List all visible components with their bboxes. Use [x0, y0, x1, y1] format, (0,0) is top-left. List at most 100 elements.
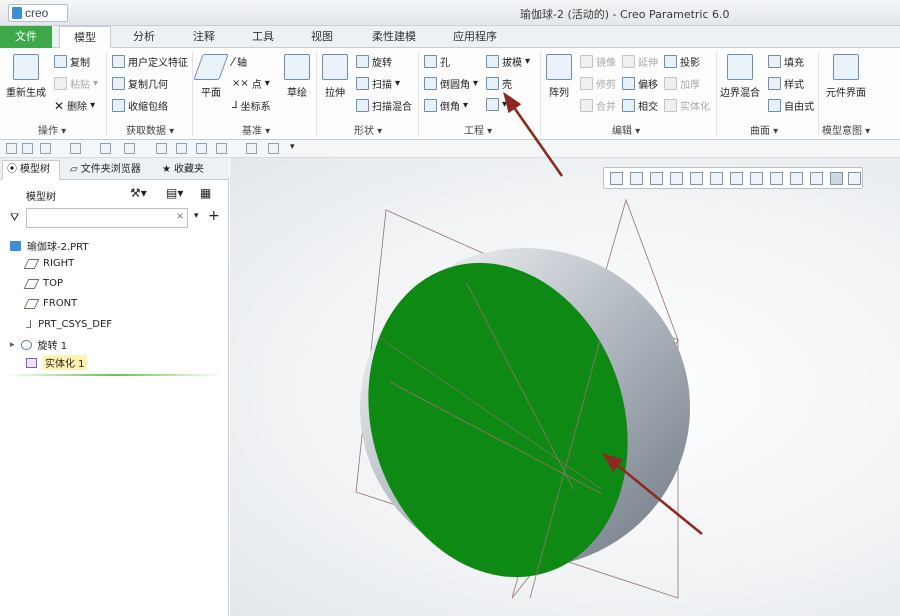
tab-folder-browser[interactable]: ▱ 文件夹浏览器 [66, 160, 154, 180]
chamfer-button[interactable]: 倒角 ▾ [424, 98, 468, 113]
round-button[interactable]: 倒圆角 ▾ [424, 76, 478, 91]
group-label-shapes[interactable]: 形状 ▾ [354, 122, 382, 137]
shrinkwrap-button[interactable]: 收缩包络 [112, 98, 168, 113]
csys-button[interactable]: ⅃ 坐标系 [232, 98, 271, 113]
redo-icon[interactable] [70, 143, 81, 154]
shell-button[interactable]: 壳 [486, 76, 512, 91]
revolve-button[interactable]: 旋转 [356, 54, 392, 69]
folder-icon[interactable] [246, 143, 257, 154]
tab-model-tree[interactable]: ⦿ 模型树 [2, 160, 60, 180]
add-icon[interactable]: + [208, 208, 220, 224]
component-interface-button[interactable]: 元件界面 [826, 54, 866, 99]
tree-settings-icon[interactable]: ⚒▾ [130, 186, 147, 200]
tree-item-solidify[interactable]: 实体化 1 [26, 355, 87, 370]
tab-file[interactable]: 文件 [0, 26, 52, 48]
copy-button[interactable]: 复制 [54, 54, 90, 69]
extend-button[interactable]: 延伸 [622, 54, 658, 69]
tree-columns-icon[interactable]: ▦ [200, 186, 211, 200]
save-icon[interactable] [22, 143, 33, 154]
axis-label: 轴 [237, 58, 248, 69]
offset-button[interactable]: 偏移 [622, 76, 658, 91]
display-icon[interactable] [196, 143, 207, 154]
engineering-label: 工程 [464, 126, 484, 137]
tree-item-csys[interactable]: ⅃ PRT_CSYS_DEF [26, 318, 112, 331]
group-label-datum[interactable]: 基准 ▾ [242, 122, 270, 137]
sketch-button[interactable]: 草绘 [284, 54, 310, 99]
draft-button[interactable]: 拔模 ▾ [486, 54, 530, 69]
expand-icon[interactable]: ▸ [10, 340, 15, 350]
merge-icon [580, 99, 593, 112]
trim-button[interactable]: 修剪 [580, 76, 616, 91]
tree-item-revolve[interactable]: ▸ 旋转 1 [10, 337, 67, 352]
fill-button[interactable]: 填充 [768, 54, 804, 69]
tab-model[interactable]: 模型 [59, 26, 111, 49]
hole-button[interactable]: 孔 [424, 54, 450, 69]
creo-logo[interactable]: creo [8, 4, 68, 22]
intersect-button[interactable]: 相交 [622, 98, 658, 113]
pattern-button[interactable]: 阵列 [546, 54, 572, 99]
tab-tools[interactable]: 工具 [237, 26, 289, 48]
freestyle-button[interactable]: 自由式 [768, 98, 814, 113]
extrude-button[interactable]: 拉伸 [322, 54, 348, 99]
group-label-get-data[interactable]: 获取数据 ▾ [126, 122, 174, 137]
udf-button[interactable]: 用户定义特征 [112, 54, 188, 69]
boundary-blend-button[interactable]: 边界混合 [720, 54, 760, 99]
measure-icon[interactable] [156, 143, 167, 154]
tree-item-right[interactable]: RIGHT [23, 258, 74, 269]
qat-customize-icon[interactable]: ▾ [290, 142, 295, 152]
style-button[interactable]: 样式 [768, 76, 804, 91]
tab-flexible-modeling[interactable]: 柔性建模 [360, 26, 428, 48]
window-icon[interactable] [124, 143, 135, 154]
chamfer-label: 倒角 [440, 102, 460, 113]
swept-blend-label: 扫描混合 [372, 102, 412, 113]
sweep-button[interactable]: 扫描 ▾ [356, 76, 400, 91]
swept-blend-button[interactable]: 扫描混合 [356, 98, 412, 113]
group-separator [716, 52, 717, 136]
plane-button[interactable]: 平面 [193, 54, 229, 99]
regenerate-small-icon[interactable] [100, 143, 111, 154]
select-icon[interactable] [216, 143, 227, 154]
group-label-editing[interactable]: 编辑 ▾ [612, 122, 640, 137]
tab-analysis[interactable]: 分析 [118, 26, 170, 48]
undo-icon[interactable] [40, 143, 51, 154]
operations-label: 操作 [38, 126, 58, 137]
filter-icon[interactable]: ⛛ [10, 211, 19, 225]
group-label-model-intent[interactable]: 模型意图 ▾ [822, 122, 870, 137]
tab-annotate[interactable]: 注释 [178, 26, 230, 48]
tree-filters-icon[interactable]: ▤▾ [166, 186, 183, 200]
tab-view[interactable]: 视图 [296, 26, 348, 48]
tree-search-input[interactable] [26, 208, 188, 228]
graphics-window[interactable] [230, 158, 900, 616]
tree-item-label: TOP [43, 278, 64, 289]
rib-button[interactable]: ▾ [486, 98, 507, 111]
mirror-button[interactable]: 镜像 [580, 54, 616, 69]
group-label-surfaces[interactable]: 曲面 ▾ [750, 122, 778, 137]
surfaces-label: 曲面 [750, 126, 770, 137]
solidify-button[interactable]: 实体化 [664, 98, 710, 113]
tree-item-root[interactable]: 瑜伽球-2.PRT [10, 238, 89, 253]
insert-indicator[interactable] [6, 374, 222, 376]
tree-item-front[interactable]: FRONT [23, 298, 77, 309]
thicken-button[interactable]: 加厚 [664, 76, 700, 91]
tree-item-top[interactable]: TOP [23, 278, 64, 289]
project-button[interactable]: 投影 [664, 54, 700, 69]
delete-button[interactable]: ✕ 删除 ▾ [54, 98, 95, 114]
settings-icon[interactable] [268, 143, 279, 154]
dimension-icon[interactable] [176, 143, 187, 154]
extrude-label: 拉伸 [325, 88, 345, 99]
paste-button[interactable]: 粘贴 ▾ [54, 76, 98, 91]
tab-applications[interactable]: 应用程序 [440, 26, 510, 48]
merge-button[interactable]: 合并 [580, 98, 616, 113]
clear-icon[interactable]: × [176, 211, 184, 222]
tab-favorites[interactable]: ★ 收藏夹 [158, 160, 226, 180]
axis-button[interactable]: ⁄ 轴 [232, 54, 248, 70]
new-icon[interactable] [6, 143, 17, 154]
solidify-label: 实体化 [680, 102, 710, 113]
regenerate-button[interactable]: 重新生成 [6, 54, 46, 99]
group-label-operations[interactable]: 操作 ▾ [38, 122, 66, 137]
copy-geometry-button[interactable]: 复制几何 [112, 76, 168, 91]
point-button[interactable]: ×× 点 ▾ [232, 76, 270, 91]
group-label-engineering[interactable]: 工程 ▾ [464, 122, 492, 137]
filter-dropdown-icon[interactable]: ▾ [194, 211, 199, 221]
project-label: 投影 [680, 58, 700, 69]
